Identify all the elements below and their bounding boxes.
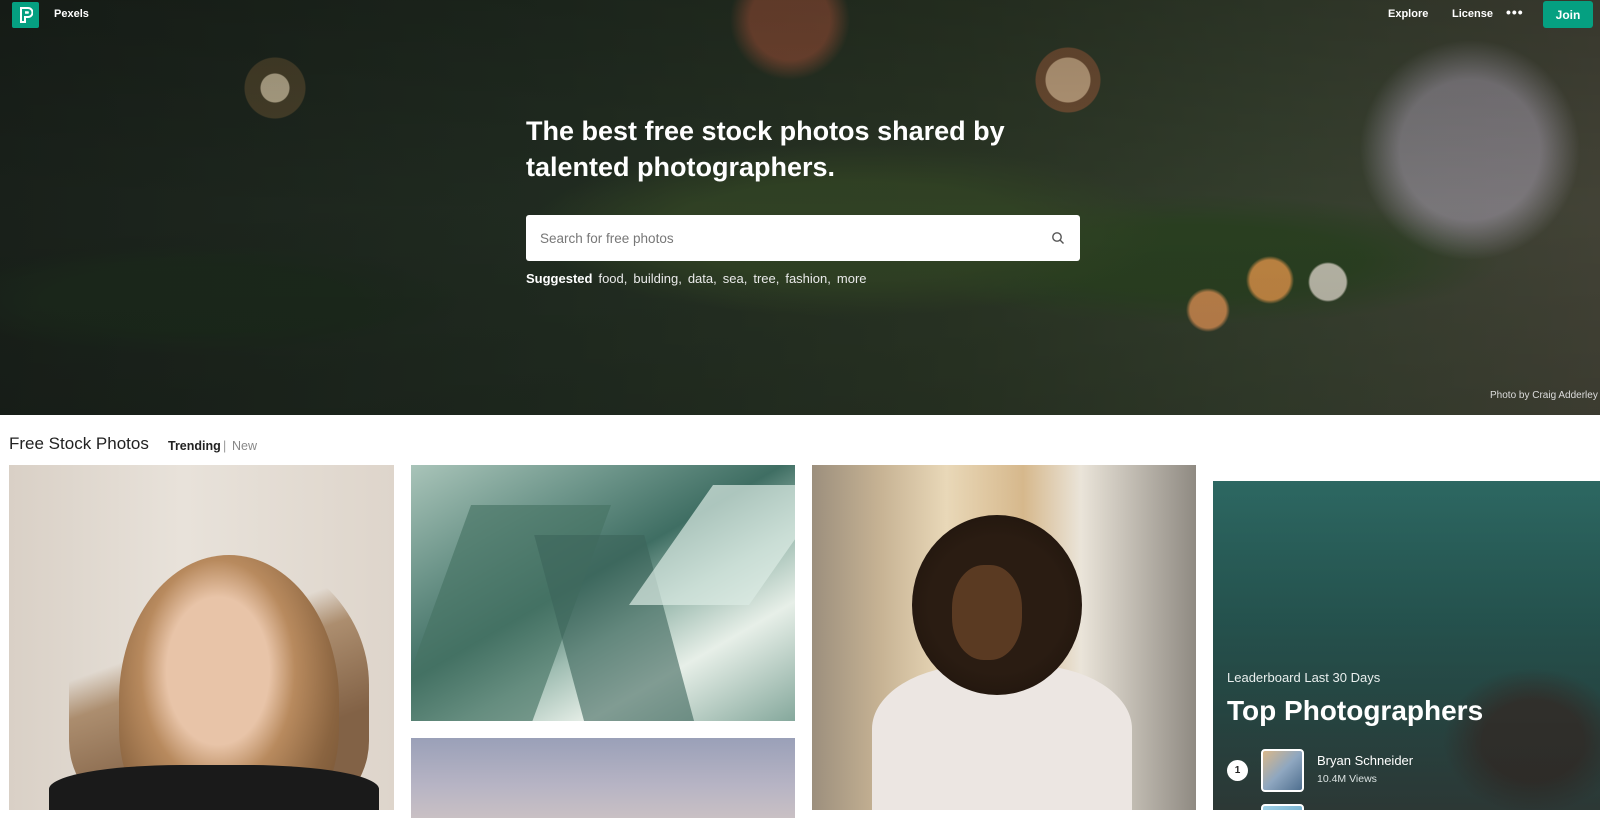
suggested-link-sea[interactable]: sea, [723,271,748,286]
suggested-link-tree[interactable]: tree, [753,271,779,286]
photo-card-sky[interactable] [411,738,795,818]
avatar[interactable] [1261,804,1304,810]
nav-license-link[interactable]: License [1452,8,1493,20]
photographer-name-link[interactable]: Bryan Schneider [1317,753,1413,768]
photo-detail [628,485,795,605]
rank-badge: 1 [1227,760,1248,781]
photo-detail [49,765,379,810]
suggested-searches: Suggested food, building, data, sea, tre… [526,271,867,286]
hero-banner: Pexels Explore License ••• Join The best… [0,0,1600,415]
suggested-link-building[interactable]: building, [633,271,681,286]
search-input[interactable] [526,215,1036,261]
leaderboard-card[interactable]: Leaderboard Last 30 Days Top Photographe… [1213,481,1600,810]
avatar[interactable] [1261,749,1304,792]
nav-explore-link[interactable]: Explore [1388,8,1428,20]
pexels-logo-icon[interactable] [12,2,39,28]
tab-trending[interactable]: Trending [168,439,221,453]
section-title: Free Stock Photos [9,434,149,453]
leaderboard-title: Top Photographers [1227,695,1484,726]
photo-detail [952,565,1022,660]
photo-card-woman-portrait[interactable] [9,465,394,810]
hero-overlay [0,0,1600,415]
hero-title: The best free stock photos shared by tal… [526,116,1005,182]
suggested-link-more[interactable]: more [837,271,867,286]
suggested-link-fashion[interactable]: fashion, [785,271,831,286]
join-button[interactable]: Join [1543,1,1593,28]
tab-new[interactable]: New [232,439,257,453]
photo-card-woman-curly-hair[interactable] [812,465,1196,810]
tab-separator: | [223,439,227,453]
photo-credit-link[interactable]: Photo by Craig Adderley [1490,390,1598,401]
suggested-link-food[interactable]: food, [598,271,627,286]
top-navigation: Pexels Explore License ••• Join [0,0,1600,30]
suggested-link-data[interactable]: data, [688,271,717,286]
brand-name[interactable]: Pexels [54,8,89,20]
photographer-views: 10.4M Views [1317,773,1377,785]
photo-card-agave-plant[interactable] [411,465,795,721]
suggested-label: Suggested [526,271,593,286]
search-icon[interactable] [1051,231,1065,245]
more-menu-icon[interactable]: ••• [1506,4,1524,20]
leaderboard-subtitle: Leaderboard Last 30 Days [1227,670,1381,685]
search-box [526,215,1080,261]
